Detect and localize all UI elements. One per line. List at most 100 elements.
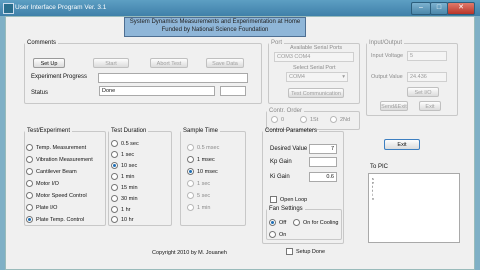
maximize-button[interactable]: □ [430, 2, 448, 15]
exit-button[interactable]: Exit [384, 139, 420, 150]
kp-gain-field[interactable] [309, 157, 337, 167]
test-option-motor-speed-control[interactable]: Motor Speed Control [26, 192, 87, 199]
setup-button[interactable]: Set Up [33, 58, 65, 68]
test-duration-legend: Test Duration [111, 128, 147, 134]
abort-test-button[interactable]: Abort Test [150, 58, 188, 68]
to-pic-listbox[interactable]: s e t t i n [368, 173, 460, 243]
radio-label: Temp. Measurement [36, 144, 87, 151]
radio-label: Vibration Measurement [36, 156, 93, 163]
minimize-button[interactable]: – [411, 2, 431, 15]
port-legend: Port [271, 40, 283, 46]
fan-on-radio[interactable]: On [269, 231, 286, 238]
sample-option-0-5-msec[interactable]: 0.5 msec [187, 144, 219, 151]
radio-label: 1 hr [121, 206, 131, 213]
radio-label: 10 msec [197, 168, 218, 175]
sample-option-10-msec[interactable]: 10 msec [187, 168, 218, 175]
set-io-button[interactable]: Set I/O [407, 87, 439, 97]
select-port-label: Select Serial Port [293, 65, 336, 71]
radio-label: 1 min [121, 173, 135, 180]
radio-circle [271, 116, 278, 123]
control-order-radio-0[interactable]: 0 [271, 116, 284, 123]
test-communication-button[interactable]: Test Communication [288, 88, 344, 98]
test-option-motor-io[interactable]: Motor I/O [26, 180, 59, 187]
send-exit-button[interactable]: Send&Exit [380, 101, 408, 111]
test-experiment-legend: Test/Experiment [27, 128, 71, 134]
control-order-legend: Contr. Order [269, 108, 303, 114]
copyright-text: Copyright 2010 by M. Jouaneh [152, 250, 227, 256]
radio-circle [111, 140, 118, 147]
select-port-dropdown[interactable]: COM4 ▾ [286, 72, 348, 82]
radio-circle [187, 144, 194, 151]
duration-option-1-min[interactable]: 1 min [111, 173, 134, 180]
start-button[interactable]: Start [93, 58, 129, 68]
radio-circle [111, 206, 118, 213]
radio-circle [26, 156, 33, 163]
radio-label: 0.5 sec [121, 140, 139, 147]
radio-label: 1 sec [197, 180, 211, 187]
radio-circle [26, 192, 33, 199]
radio-circle [187, 180, 194, 187]
radio-circle [187, 204, 194, 211]
test-option-cantilever-beam[interactable]: Cantilever Beam [26, 168, 77, 175]
radio-circle [111, 216, 118, 223]
radio-label: 1 min [197, 204, 211, 211]
radio-circle [26, 180, 33, 187]
duration-option-1-hr[interactable]: 1 hr [111, 206, 130, 213]
select-port-value: COM4 [289, 74, 305, 80]
io-exit-button[interactable]: Exit [419, 101, 441, 111]
input-voltage-field[interactable]: 5 [407, 51, 447, 61]
radio-circle-selected [269, 219, 276, 226]
chevron-down-icon: ▾ [342, 74, 345, 80]
radio-label: 30 min [121, 195, 138, 202]
test-option-plate-io[interactable]: Plate I/O [26, 204, 57, 211]
radio-label: 1St [310, 116, 319, 123]
radio-label: 10 hr [121, 216, 134, 223]
status-extra-field[interactable] [220, 86, 246, 96]
sample-option-1-msec[interactable]: 1 msec [187, 156, 215, 163]
app-icon [3, 3, 14, 14]
experiment-progress-label: Experiment Progress [31, 74, 88, 80]
test-option-plate-temp-control[interactable]: Plate Temp. Control [26, 216, 84, 223]
close-button[interactable]: ✕ [447, 2, 475, 15]
status-label: Status [31, 90, 49, 96]
radio-circle-selected [26, 216, 33, 223]
duration-option-0-5-sec[interactable]: 0.5 sec [111, 140, 139, 147]
fan-off-radio[interactable]: Off [269, 219, 286, 226]
radio-circle [111, 184, 118, 191]
duration-option-10-sec[interactable]: 10 sec [111, 162, 137, 169]
duration-option-10-hr[interactable]: 10 hr [111, 216, 134, 223]
sample-time-group: Sample Time [180, 128, 246, 226]
checkbox-label: Open Loop [280, 196, 308, 203]
kp-gain-label: Kp Gain [270, 159, 292, 165]
open-loop-checkbox[interactable]: Open Loop [270, 196, 307, 203]
output-value-field[interactable]: 24.436 [407, 72, 447, 82]
duration-option-30-min[interactable]: 30 min [111, 195, 138, 202]
radio-circle [187, 192, 194, 199]
radio-circle-selected [187, 168, 194, 175]
status-field[interactable]: Done [99, 86, 215, 96]
sample-option-5-sec[interactable]: 5 sec [187, 192, 210, 199]
radio-circle [26, 204, 33, 211]
radio-label: 1 msec [197, 156, 215, 163]
test-option-vibration-measurement[interactable]: Vibration Measurement [26, 156, 93, 163]
control-parameters-legend: Control Parameters [265, 128, 318, 134]
ki-gain-label: Ki Gain [270, 174, 290, 180]
ki-gain-field[interactable]: 0.6 [309, 172, 337, 182]
sample-option-1-min[interactable]: 1 min [187, 204, 210, 211]
duration-option-15-min[interactable]: 15 min [111, 184, 138, 191]
checkbox-box [286, 248, 293, 255]
radio-label: On for Cooling [303, 219, 339, 226]
radio-circle-selected [111, 162, 118, 169]
desired-value-field[interactable]: 7 [309, 144, 337, 154]
radio-label: On [279, 231, 287, 238]
test-option-temp-measurement[interactable]: Temp. Measurement [26, 144, 86, 151]
control-order-radio-1[interactable]: 1St [300, 116, 318, 123]
duration-option-1-sec[interactable]: 1 sec [111, 151, 134, 158]
save-data-button[interactable]: Save Data [206, 58, 244, 68]
sample-option-1-sec[interactable]: 1 sec [187, 180, 210, 187]
control-order-radio-2[interactable]: 2Nd [330, 116, 350, 123]
desired-value-label: Desired Value [270, 146, 308, 152]
available-ports-field[interactable]: COM3 COM4 [274, 52, 354, 62]
setup-done-checkbox[interactable]: Setup Done [286, 248, 325, 255]
fan-on-cooling-radio[interactable]: On for Cooling [293, 219, 338, 226]
